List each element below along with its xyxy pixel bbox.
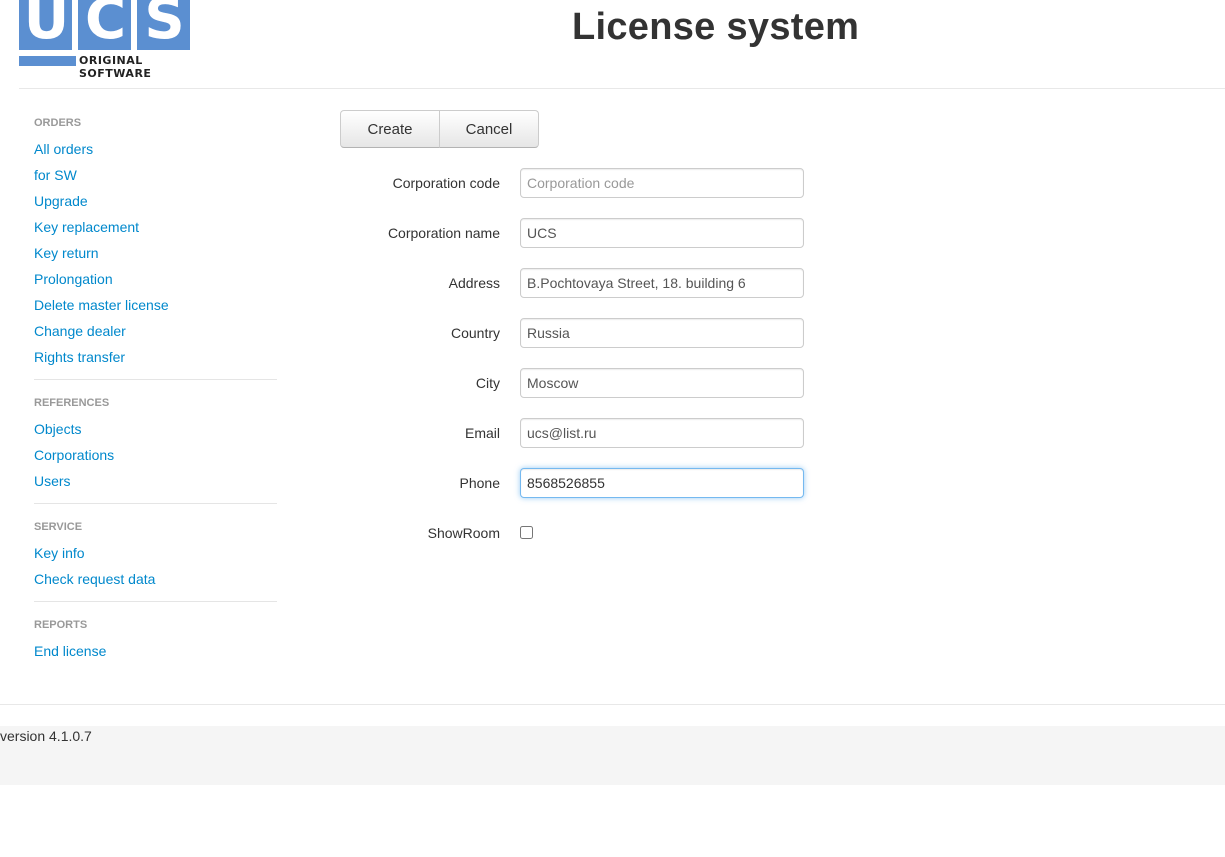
nav-divider (34, 379, 277, 380)
logo-letter-s: S (137, 0, 190, 50)
sidebar-item-upgrade[interactable]: Upgrade (34, 188, 277, 214)
sidebar-item-key-return[interactable]: Key return (34, 240, 277, 266)
corporation-code-label: Corporation code (392, 175, 500, 191)
create-button[interactable]: Create (340, 110, 440, 148)
city-label: City (475, 375, 500, 391)
nav-header-references: REFERENCES (34, 397, 110, 409)
phone-label: Phone (459, 475, 500, 491)
sidebar-item-for-sw[interactable]: for SW (34, 162, 277, 188)
sidebar-item-check-request-data[interactable]: Check request data (34, 566, 277, 592)
phone-input[interactable] (520, 468, 804, 498)
footer-divider (0, 704, 1225, 705)
logo-bar (19, 56, 76, 66)
page-root: U C S ORIGINAL SOFTWARE License system O… (0, 0, 1225, 857)
nav-divider (34, 601, 277, 602)
sidebar-item-change-dealer[interactable]: Change dealer (34, 318, 277, 344)
sidebar-item-prolongation[interactable]: Prolongation (34, 266, 277, 292)
address-label: Address (448, 275, 500, 291)
sidebar-item-all-orders[interactable]: All orders (34, 136, 277, 162)
corporation-code-input[interactable] (520, 168, 804, 198)
sidebar-item-delete-master-license[interactable]: Delete master license (34, 292, 277, 318)
logo-tagline: ORIGINAL SOFTWARE (79, 54, 152, 80)
corporation-name-label: Corporation name (387, 225, 500, 241)
sidebar-item-corporations[interactable]: Corporations (34, 442, 277, 468)
address-input[interactable] (520, 268, 804, 298)
header: U C S ORIGINAL SOFTWARE License system (0, 0, 1225, 88)
sidebar-item-key-info[interactable]: Key info (34, 540, 277, 566)
logo-letter-c: C (78, 0, 131, 50)
sidebar-item-users[interactable]: Users (34, 468, 277, 494)
country-input[interactable] (520, 318, 804, 348)
logo-letters: U C S (19, 0, 190, 50)
ucs-logo[interactable]: U C S ORIGINAL SOFTWARE (19, 0, 190, 80)
showroom-checkbox[interactable] (520, 526, 533, 539)
email-input[interactable] (520, 418, 804, 448)
version-text: version 4.1.0.7 (0, 728, 92, 744)
sidebar-item-objects[interactable]: Objects (34, 416, 277, 442)
nav-header-reports: REPORTS (34, 619, 88, 631)
city-input[interactable] (520, 368, 804, 398)
cancel-button[interactable]: Cancel (439, 110, 539, 148)
sidebar-item-rights-transfer[interactable]: Rights transfer (34, 344, 277, 370)
logo-letter-u: U (19, 0, 72, 50)
showroom-label: ShowRoom (427, 525, 500, 541)
page-title: License system (572, 6, 860, 48)
sidebar-nav: ORDERS All orders for SW Upgrade Key rep… (34, 110, 277, 664)
header-divider (19, 88, 1225, 89)
nav-header-service: SERVICE (34, 521, 83, 533)
footer: version 4.1.0.7 (0, 726, 1225, 785)
nav-header-orders: ORDERS (34, 117, 82, 129)
corporation-name-input[interactable] (520, 218, 804, 248)
email-label: Email (464, 425, 500, 441)
country-label: Country (450, 325, 500, 341)
nav-divider (34, 503, 277, 504)
sidebar-item-key-replacement[interactable]: Key replacement (34, 214, 277, 240)
form-button-group: Create Cancel (340, 110, 539, 148)
sidebar-item-end-license[interactable]: End license (34, 638, 277, 664)
